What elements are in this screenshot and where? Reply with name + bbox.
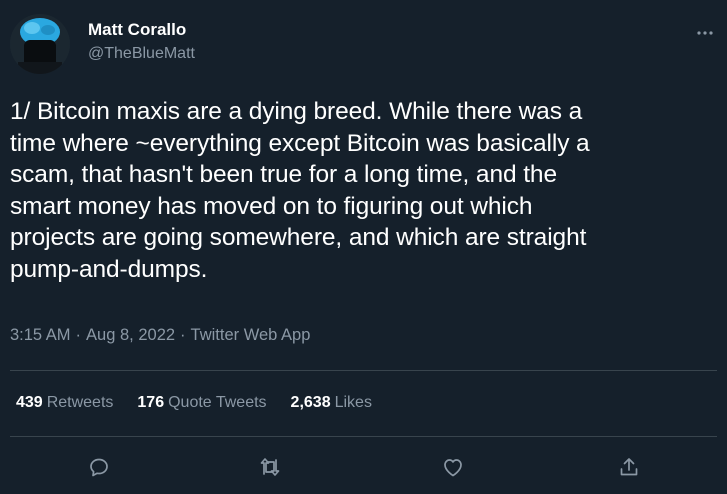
heart-icon — [444, 459, 462, 477]
likes-stat[interactable]: 2,638 Likes — [291, 394, 372, 412]
retweets-label: Retweets — [46, 394, 114, 411]
more-horizontal-icon — [697, 31, 713, 35]
tweet-time[interactable]: 3:15 AM — [10, 326, 71, 344]
reply-icon — [90, 458, 108, 477]
tweet-card: Matt Corallo @TheBlueMatt 1/ Bitcoin max… — [0, 0, 727, 494]
share-icon — [620, 458, 638, 476]
tweet-text: 1/ Bitcoin maxis are a dying breed. Whil… — [10, 98, 590, 283]
divider — [10, 436, 717, 437]
divider — [10, 370, 717, 371]
tweet-actions — [0, 450, 727, 484]
avatar[interactable] — [10, 14, 70, 74]
share-button[interactable] — [612, 450, 646, 484]
quote-tweets-stat[interactable]: 176 Quote Tweets — [137, 394, 266, 412]
likes-count: 2,638 — [290, 394, 331, 411]
author-name[interactable]: Matt Corallo — [88, 20, 186, 40]
reply-button[interactable] — [82, 450, 116, 484]
retweet-icon — [260, 458, 280, 476]
author-handle[interactable]: @TheBlueMatt — [88, 45, 195, 63]
meta-separator: · — [75, 326, 82, 344]
likes-label: Likes — [334, 394, 372, 411]
retweet-button[interactable] — [253, 450, 287, 484]
meta-separator: · — [180, 326, 186, 344]
like-button[interactable] — [436, 450, 470, 484]
avatar-image — [10, 14, 70, 74]
quote-tweets-label: Quote Tweets — [168, 394, 267, 411]
tweet-stats: 439 Retweets 176 Quote Tweets 2,638 Likes — [16, 394, 372, 412]
retweets-stat[interactable]: 439 Retweets — [16, 394, 113, 412]
tweet-date[interactable]: Aug 8, 2022 — [86, 326, 175, 344]
retweets-count: 439 — [16, 394, 43, 411]
tweet-source[interactable]: Twitter Web App — [191, 326, 311, 344]
tweet-meta: 3:15 AM · Aug 8, 2022 · Twitter Web App — [10, 326, 310, 345]
more-options-button[interactable] — [690, 18, 720, 48]
quote-tweets-count: 176 — [137, 394, 165, 411]
